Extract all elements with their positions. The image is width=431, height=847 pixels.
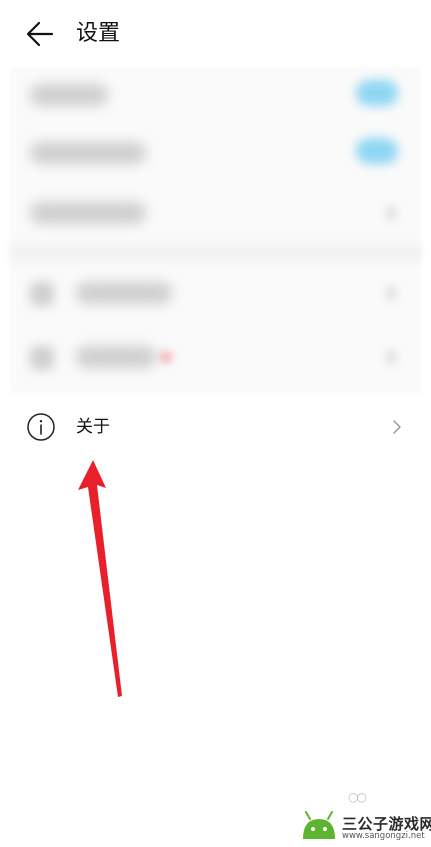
blurred-row <box>10 124 421 184</box>
blurred-row <box>10 324 421 390</box>
about-label: 关于 <box>76 417 110 437</box>
blurred-row <box>10 184 421 242</box>
red-arrow-annotation <box>78 460 122 697</box>
app-header: 设置 <box>0 0 431 68</box>
arrow-left-icon[interactable] <box>24 18 56 50</box>
info-circle-icon <box>27 413 55 441</box>
settings-item-about[interactable]: 关于 <box>0 398 431 456</box>
watermark-url: www.sangongzi.net <box>342 831 425 841</box>
page-title: 设置 <box>76 21 121 46</box>
decorative-glyph: ○○ <box>348 790 367 804</box>
android-logo-icon <box>303 811 335 839</box>
chevron-right-icon <box>393 420 401 434</box>
watermark: 三公子游戏网 www.sangongzi.net <box>296 805 431 847</box>
blurred-settings-list <box>10 68 421 393</box>
blurred-row <box>10 68 421 124</box>
blurred-row <box>10 264 421 324</box>
blurred-divider <box>10 244 421 262</box>
